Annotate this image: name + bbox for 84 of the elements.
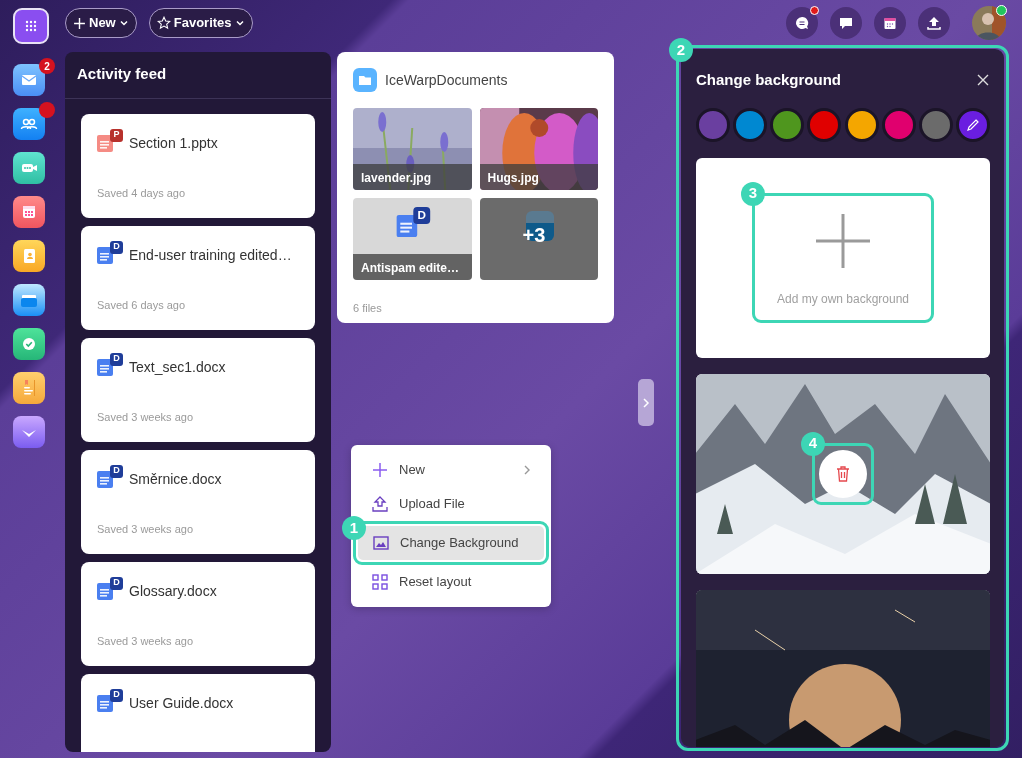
trash-icon [836, 465, 850, 482]
color-swatch[interactable] [844, 107, 879, 142]
file-card[interactable]: P Section 1.pptx Saved 4 days ago [81, 113, 315, 218]
step-number: 1 [342, 516, 366, 540]
new-button[interactable]: New [65, 8, 137, 38]
notes-app-icon[interactable] [13, 372, 45, 404]
file-tile[interactable]: Hugs.jpg [479, 108, 598, 190]
file-name: Antispam edite… [353, 254, 472, 280]
chevron-down-icon [234, 18, 245, 28]
star-icon [156, 16, 171, 30]
file-tile[interactable]: lavender.jpg [353, 108, 472, 190]
calendar-app-icon[interactable] [13, 196, 45, 228]
comment-button[interactable] [830, 7, 862, 39]
file-name: Section 1.pptx [129, 133, 218, 153]
file-name: Směrnice.docx [129, 469, 222, 489]
file-name: User Guide.docx [129, 693, 234, 713]
grid-icon [371, 573, 389, 591]
menu-item[interactable]: New [357, 453, 545, 487]
color-swatch[interactable] [881, 107, 916, 142]
folder-icon [523, 211, 556, 241]
upload-icon [371, 495, 389, 513]
saved-time: Saved 3 weeks ago [97, 634, 194, 649]
more-count: +3 [522, 224, 546, 246]
file-name: End-user training edited… [129, 245, 292, 265]
collapse-handle[interactable] [638, 379, 654, 426]
favorites-button[interactable]: Favorites [148, 8, 253, 38]
file-card[interactable]: D End-user training edited… Saved 6 days ago [81, 225, 315, 330]
eyedropper-icon [966, 117, 980, 132]
folder-icon [353, 68, 377, 92]
calendar-icon [882, 15, 898, 31]
color-swatch[interactable] [918, 107, 953, 142]
logo-app-icon[interactable] [13, 416, 45, 448]
plus-icon [371, 461, 389, 479]
upload-icon [926, 15, 942, 31]
file-card[interactable]: D Text_sec1.docx Saved 3 weeks ago [81, 337, 315, 442]
upload-button[interactable] [918, 7, 950, 39]
notification-badge: 2 [39, 58, 55, 74]
checkmark-app-icon[interactable] [13, 328, 45, 360]
file-name: Glossary.docx [129, 581, 217, 601]
calendar-button[interactable] [874, 7, 906, 39]
chat-icon [794, 15, 810, 31]
folder-app-icon[interactable] [13, 284, 45, 316]
color-picker-button[interactable] [956, 107, 990, 142]
app-launcher-button[interactable] [13, 8, 49, 44]
close-button[interactable] [976, 73, 990, 88]
plus-icon [73, 16, 86, 30]
step-number: 2 [669, 38, 693, 62]
contacts-app-icon[interactable] [13, 108, 45, 140]
saved-time: Saved 3 weeks ago [97, 410, 194, 425]
color-swatch[interactable] [696, 107, 730, 142]
file-card[interactable]: D User Guide.docx [81, 673, 315, 752]
file-card[interactable]: D Glossary.docx Saved 3 weeks ago [81, 561, 315, 666]
panel-title: Activity feed [65, 52, 331, 99]
close-icon [976, 73, 990, 88]
saved-time: Saved 3 weeks ago [97, 522, 194, 537]
file-name: Hugs.jpg [479, 164, 598, 190]
file-name: Text_sec1.docx [129, 357, 226, 377]
plus-icon [814, 211, 872, 270]
speech-bubble-icon [838, 15, 854, 31]
color-swatch[interactable] [770, 107, 805, 142]
address-book-app-icon[interactable] [13, 240, 45, 272]
grid-icon [25, 20, 37, 32]
chevron-down-icon [118, 18, 129, 28]
file-count: 6 files [353, 301, 383, 316]
panel-title: Change background [696, 70, 841, 90]
avatar[interactable] [972, 6, 1006, 40]
image-icon [372, 534, 390, 552]
chat-button[interactable] [786, 7, 818, 39]
step-number: 3 [741, 181, 765, 206]
chevron-right-icon [642, 397, 650, 408]
video-app-icon[interactable] [13, 152, 45, 184]
menu-item[interactable]: Reset layout [357, 565, 545, 599]
file-name: lavender.jpg [353, 164, 472, 190]
mail-app-icon[interactable] [13, 64, 45, 96]
upload-label: Add my own background [776, 290, 910, 308]
saved-time: Saved 4 days ago [97, 186, 187, 201]
saved-time: Saved 6 days ago [97, 298, 187, 313]
menu-item[interactable]: Change Background [358, 526, 544, 560]
file-card[interactable]: D Směrnice.docx Saved 3 weeks ago [81, 449, 315, 554]
color-swatch[interactable] [807, 107, 842, 142]
file-tile[interactable]: D Antispam edite… [353, 198, 472, 280]
file-tile[interactable]: +3 [479, 198, 598, 280]
color-swatch[interactable] [733, 107, 768, 142]
folder-title: IceWarpDocuments [385, 70, 508, 90]
